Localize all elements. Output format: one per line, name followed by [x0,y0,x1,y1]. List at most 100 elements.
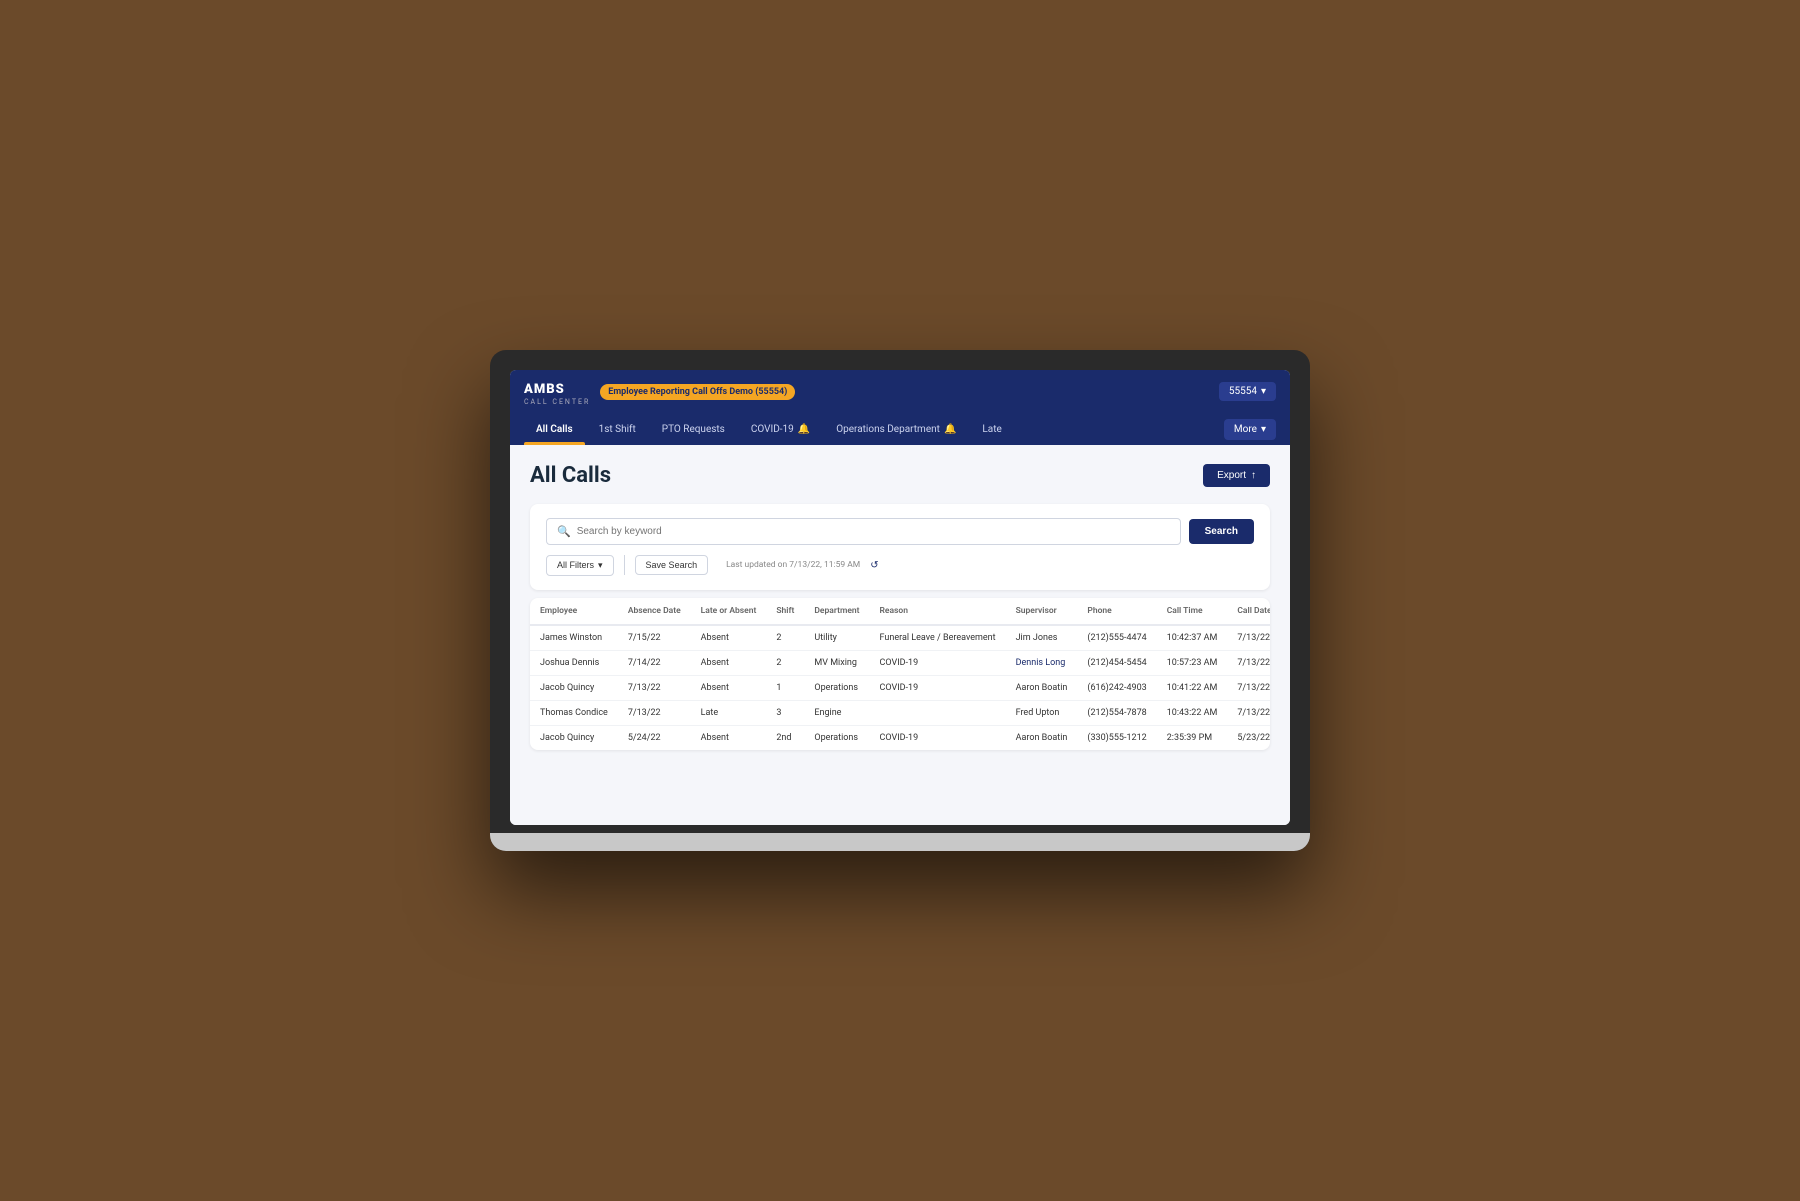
keyboard-base [490,833,1310,851]
nav-item-operations-dept[interactable]: Operations Department 🔔 [824,414,968,445]
all-filters-button[interactable]: All Filters ▾ [546,555,614,576]
logo-area: AMBS CALL CENTER Employee Reporting Call… [524,378,795,405]
col-call-time: Call Time [1157,598,1228,625]
cell-late-or-absent: Absent [691,675,767,700]
page-header: All Calls Export ↑ [530,463,1270,488]
cell-employee: Jacob Quincy [530,675,618,700]
table-header-row: Employee Absence Date Late or Absent Shi… [530,598,1270,625]
nav-item-1st-shift[interactable]: 1st Shift [587,414,648,445]
cell-phone: (212)555-4474 [1077,625,1156,651]
col-department: Department [804,598,869,625]
cell-call-date: 7/13/22 [1227,625,1270,651]
nav-label-operations-dept: Operations Department [836,424,940,435]
more-menu[interactable]: More ▾ [1224,419,1276,440]
cell-shift: 2 [766,650,804,675]
nav-item-covid-19[interactable]: COVID-19 🔔 [739,414,822,445]
cell-absence-date: 7/15/22 [618,625,691,651]
export-button[interactable]: Export ↑ [1203,464,1270,487]
cell-department: Utility [804,625,869,651]
cell-reason: COVID-19 [870,675,1006,700]
cell-call-date: 5/23/22 [1227,725,1270,750]
user-menu[interactable]: 55554 ▾ [1219,382,1276,401]
cell-department: MV Mixing [804,650,869,675]
cell-call-date: 7/13/22 [1227,650,1270,675]
filters-chevron-icon: ▾ [598,560,603,571]
supervisor-name: Aaron Boatin [1016,733,1068,743]
user-chevron-icon: ▾ [1261,386,1266,397]
cell-late-or-absent: Absent [691,650,767,675]
supervisor-name: Aaron Boatin [1016,683,1068,693]
nav-label-all-calls: All Calls [536,424,573,435]
cell-employee: Thomas Condice [530,700,618,725]
demo-badge: Employee Reporting Call Offs Demo (55554… [600,384,795,400]
user-label: 55554 [1229,386,1257,397]
cell-phone: (616)242-4903 [1077,675,1156,700]
search-area: 🔍 Search All Filters ▾ Save Search Last … [530,504,1270,590]
cell-call-date: 7/13/22 [1227,675,1270,700]
col-shift: Shift [766,598,804,625]
supervisor-name: Fred Upton [1016,708,1060,718]
table-row: Jacob Quincy 7/13/22 Absent 1 Operations… [530,675,1270,700]
main-nav: All Calls 1st Shift PTO Requests COVID-1… [510,414,1290,445]
cell-supervisor: Aaron Boatin [1006,725,1078,750]
col-call-date: Call Date [1227,598,1270,625]
cell-department: Operations [804,725,869,750]
col-reason: Reason [870,598,1006,625]
nav-label-1st-shift: 1st Shift [599,424,636,435]
cell-shift: 2 [766,625,804,651]
page-title: All Calls [530,463,611,488]
all-filters-label: All Filters [557,560,594,570]
logo: AMBS CALL CENTER [524,378,590,405]
save-search-button[interactable]: Save Search [635,555,709,575]
cell-shift: 3 [766,700,804,725]
cell-phone: (330)555-1212 [1077,725,1156,750]
last-updated-text: Last updated on 7/13/22, 11:59 AM [726,560,860,570]
export-label: Export [1217,470,1246,481]
more-label: More [1234,424,1257,435]
table-row: Thomas Condice 7/13/22 Late 3 Engine Fre… [530,700,1270,725]
cell-phone: (212)554-7878 [1077,700,1156,725]
nav-label-late: Late [982,424,1001,435]
cell-absence-date: 7/13/22 [618,700,691,725]
cell-supervisor: Dennis Long [1006,650,1078,675]
logo-text: AMBS [524,382,565,397]
nav-label-pto-requests: PTO Requests [662,424,725,435]
cell-call-time: 2:35:39 PM [1157,725,1228,750]
nav-item-pto-requests[interactable]: PTO Requests [650,414,737,445]
cell-call-time: 10:43:22 AM [1157,700,1228,725]
cell-call-time: 10:41:22 AM [1157,675,1228,700]
cell-call-time: 10:57:23 AM [1157,650,1228,675]
cell-shift: 2nd [766,725,804,750]
content-area: All Calls Export ↑ 🔍 Search All [510,445,1290,825]
cell-employee: James Winston [530,625,618,651]
laptop-frame: AMBS CALL CENTER Employee Reporting Call… [490,350,1310,850]
cell-absence-date: 7/14/22 [618,650,691,675]
refresh-icon[interactable]: ↺ [870,560,878,571]
search-button[interactable]: Search [1189,519,1254,544]
data-table: Employee Absence Date Late or Absent Shi… [530,598,1270,750]
nav-item-late[interactable]: Late [970,414,1013,445]
cell-late-or-absent: Absent [691,625,767,651]
cell-supervisor: Fred Upton [1006,700,1078,725]
supervisor-name: Jim Jones [1016,633,1058,643]
nav-item-all-calls[interactable]: All Calls [524,414,585,445]
supervisor-link[interactable]: Dennis Long [1016,658,1066,668]
cell-reason [870,700,1006,725]
cell-absence-date: 5/24/22 [618,725,691,750]
cell-supervisor: Aaron Boatin [1006,675,1078,700]
cell-call-time: 10:42:37 AM [1157,625,1228,651]
cell-reason: COVID-19 [870,725,1006,750]
col-employee: Employee [530,598,618,625]
col-supervisor: Supervisor [1006,598,1078,625]
cell-reason: Funeral Leave / Bereavement [870,625,1006,651]
top-bar: AMBS CALL CENTER Employee Reporting Call… [510,370,1290,413]
table-row: James Winston 7/15/22 Absent 2 Utility F… [530,625,1270,651]
search-input-wrap: 🔍 [546,518,1181,545]
col-absence-date: Absence Date [618,598,691,625]
more-chevron-icon: ▾ [1261,424,1266,435]
cell-call-date: 7/13/22 [1227,700,1270,725]
cell-employee: Jacob Quincy [530,725,618,750]
search-input[interactable] [577,526,1170,537]
cell-late-or-absent: Absent [691,725,767,750]
bell-icon-ops: 🔔 [944,424,956,435]
